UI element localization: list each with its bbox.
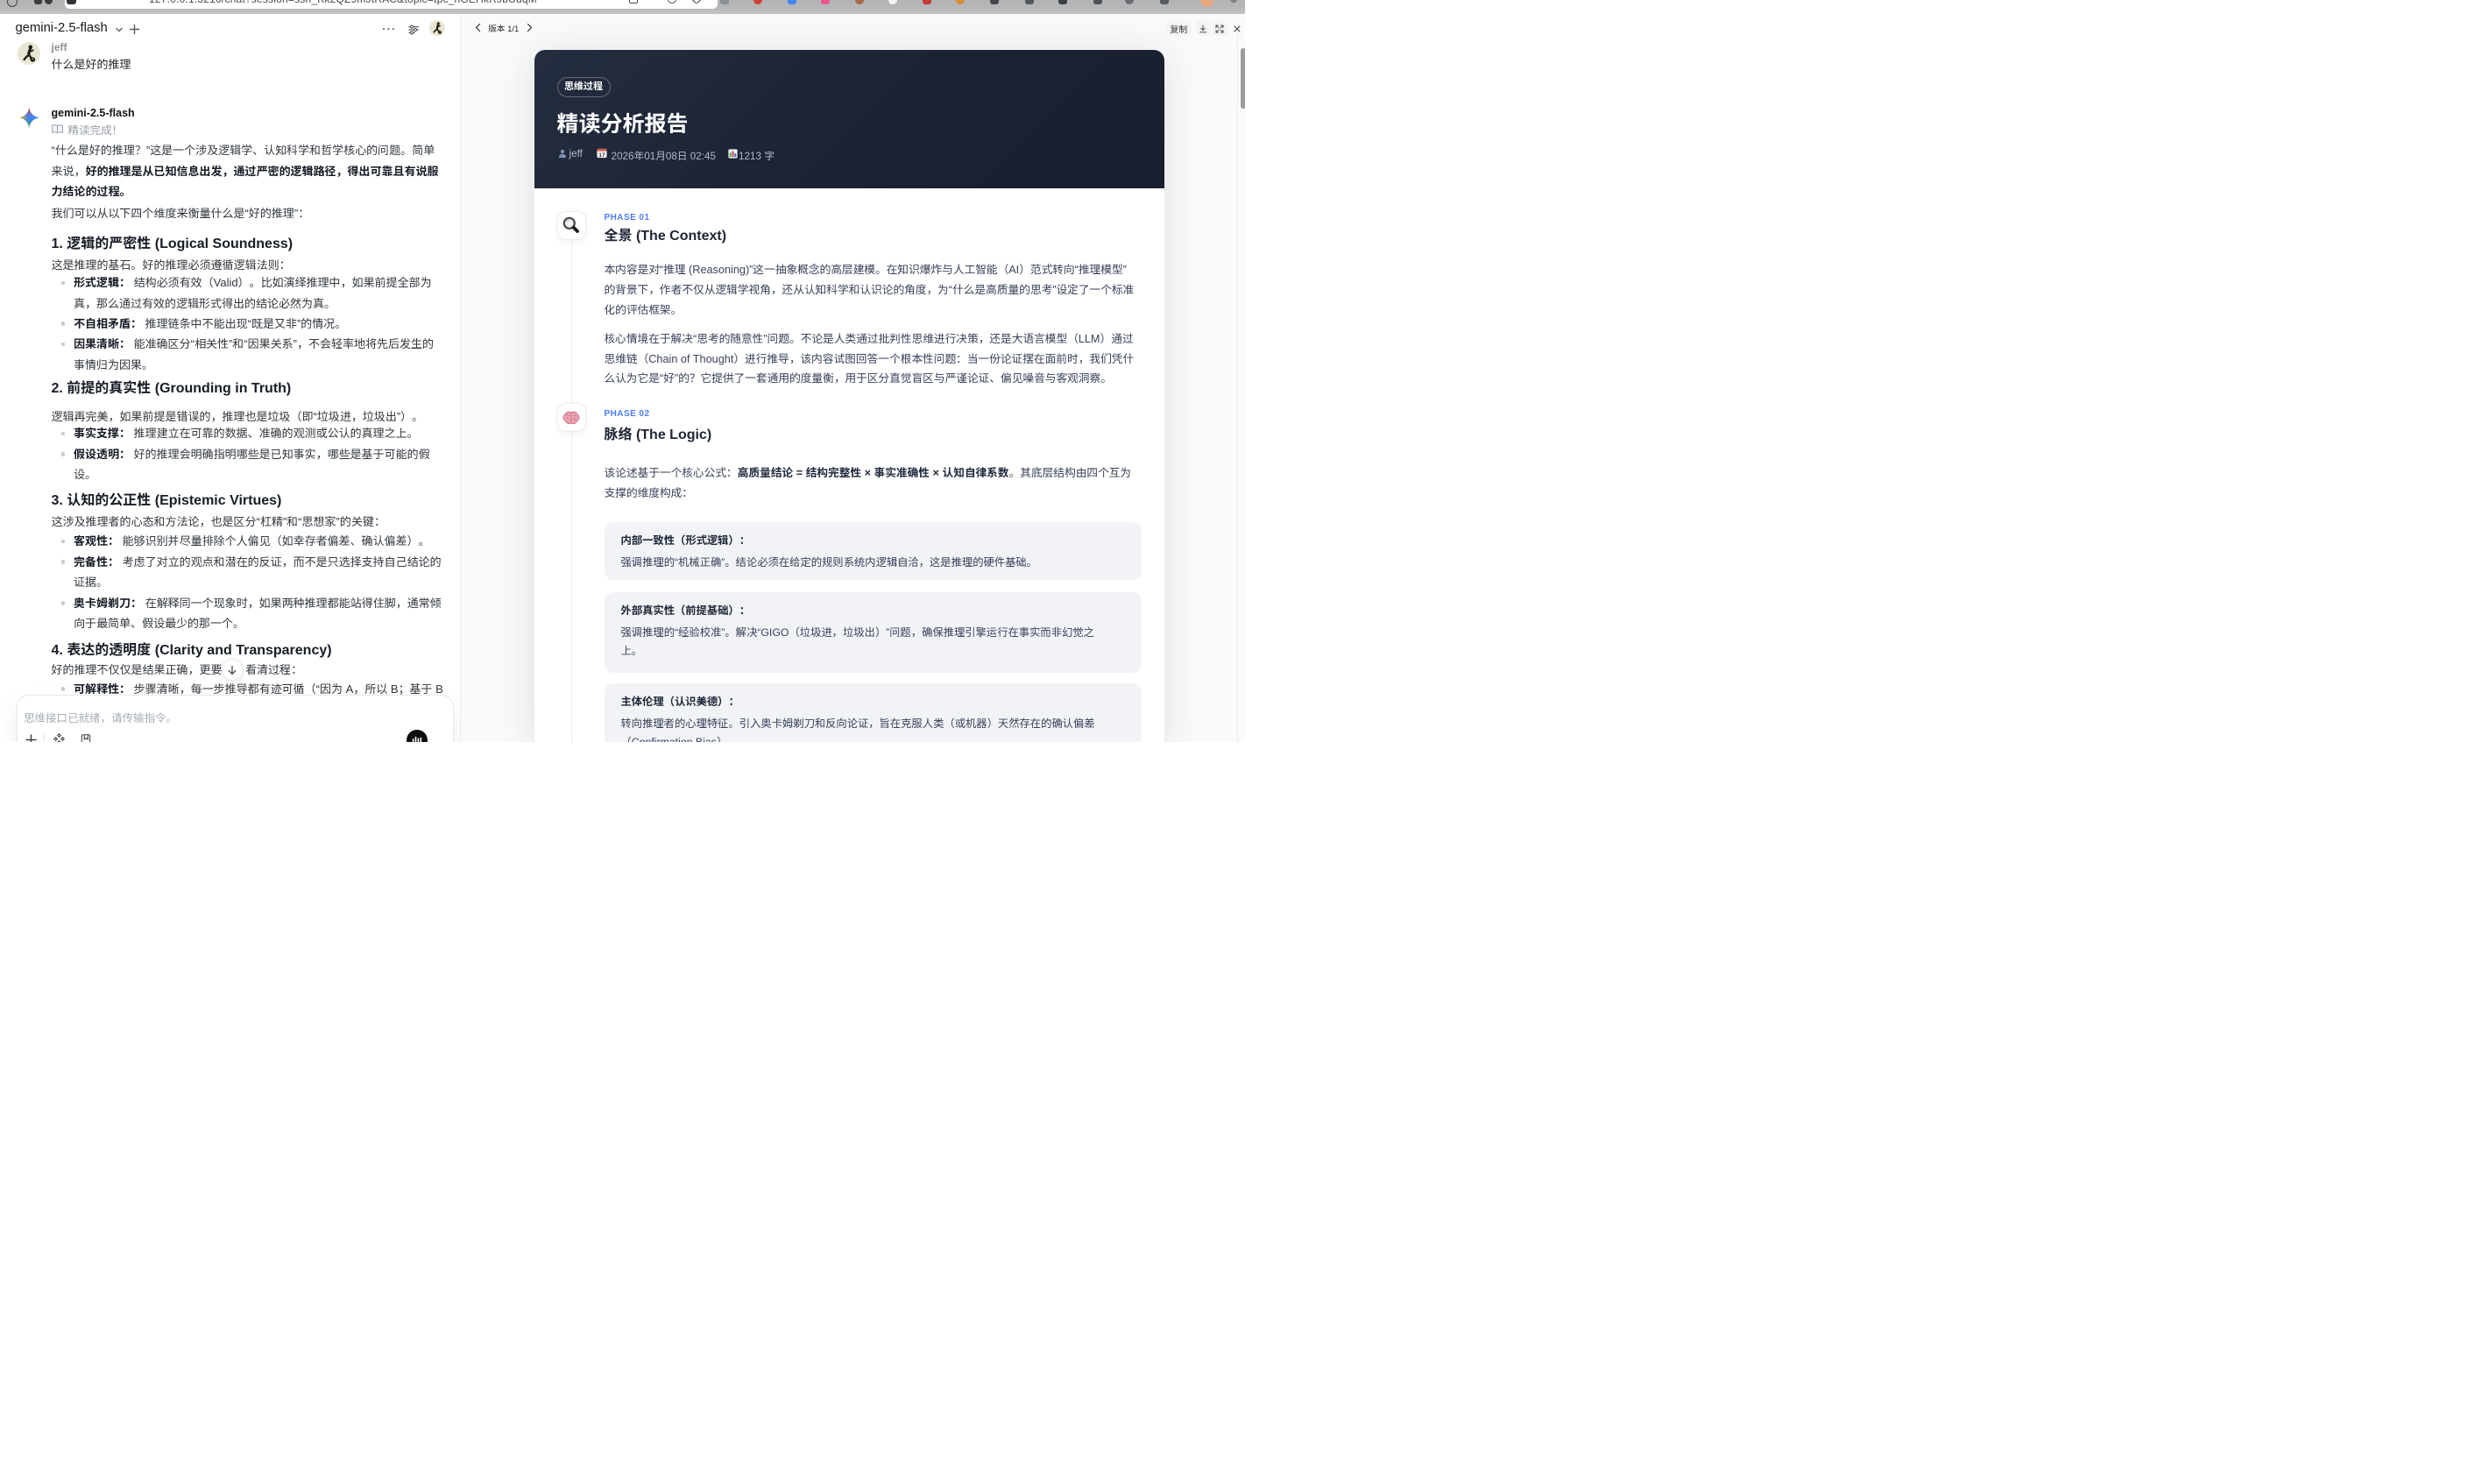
- svg-text:17: 17: [598, 152, 605, 159]
